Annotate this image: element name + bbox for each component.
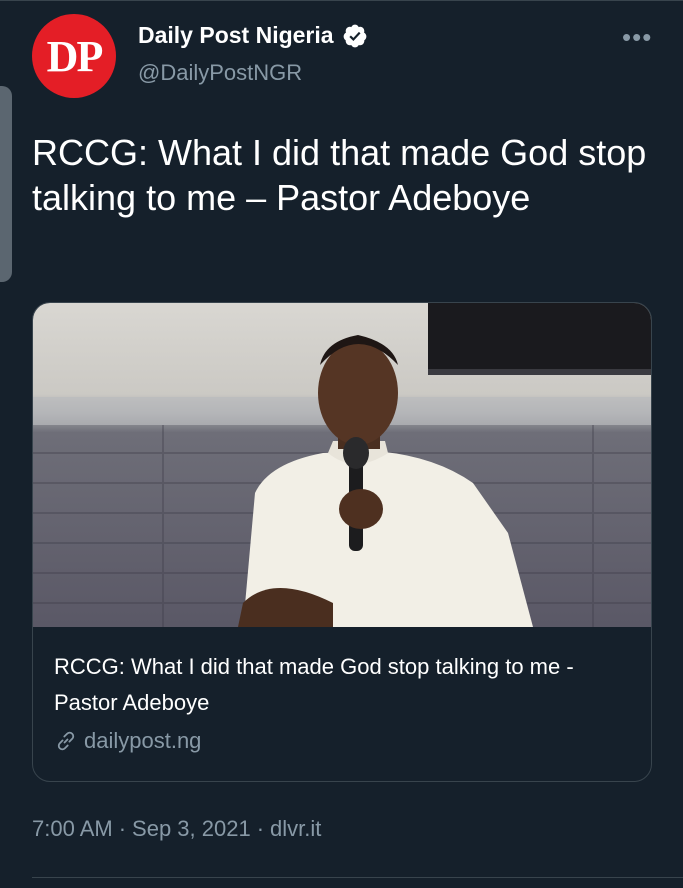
- tweet-time[interactable]: 7:00 AM: [32, 816, 113, 842]
- avatar[interactable]: DP: [32, 14, 116, 98]
- card-image[interactable]: [33, 303, 651, 627]
- tweet-source[interactable]: dlvr.it: [270, 816, 321, 842]
- avatar-text: DP: [46, 31, 104, 81]
- meta-separator: ·: [118, 816, 127, 841]
- author-name[interactable]: Daily Post Nigeria: [138, 22, 334, 49]
- scroll-handle[interactable]: [0, 86, 12, 282]
- card-title[interactable]: RCCG: What I did that made God stop talk…: [54, 649, 634, 721]
- author-handle[interactable]: @DailyPostNGR: [138, 60, 302, 86]
- card-domain: dailypost.ng: [84, 728, 202, 753]
- tweet-date[interactable]: Sep 3, 2021: [132, 816, 251, 842]
- tweet-text: RCCG: What I did that made God stop talk…: [32, 132, 647, 218]
- link-card[interactable]: RCCG: What I did that made God stop talk…: [32, 302, 652, 782]
- card-photo-illustration: [33, 303, 651, 627]
- card-domain-row[interactable]: dailypost.ng: [54, 728, 201, 754]
- tv-screen-shape: [428, 303, 651, 371]
- author-name-row[interactable]: Daily Post Nigeria: [138, 22, 368, 49]
- link-icon: [57, 731, 75, 751]
- verified-badge-icon: [343, 24, 366, 47]
- meta-separator: ·: [256, 816, 265, 841]
- top-divider: [0, 0, 683, 1]
- person-head-shape: [318, 341, 398, 445]
- more-options-icon[interactable]: •••: [622, 22, 652, 53]
- bottom-divider: [32, 877, 683, 878]
- tweet-meta: 7:00 AM · Sep 3, 2021 · dlvr.it: [32, 816, 321, 842]
